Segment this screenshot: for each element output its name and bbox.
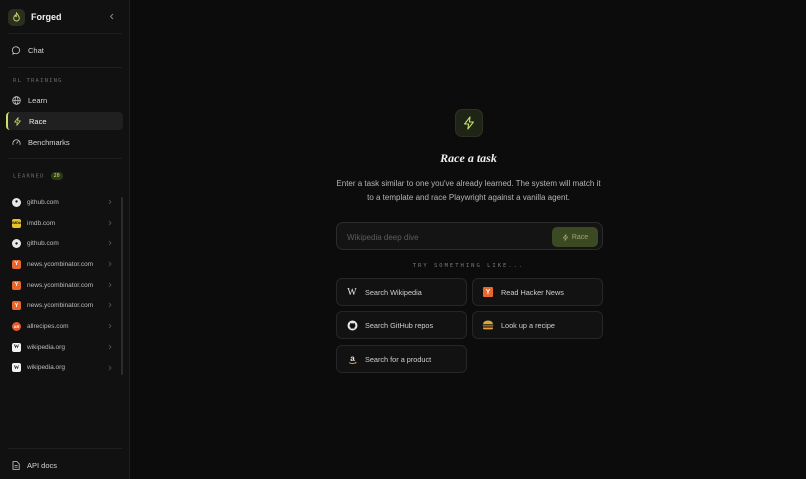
chevron-right-icon xyxy=(108,220,112,225)
learned-item-imdb[interactable]: IMDb imdb.com xyxy=(6,213,118,234)
nav-item-chat[interactable]: Chat xyxy=(6,41,123,59)
nav-item-race[interactable]: Race xyxy=(6,112,123,130)
chevron-right-icon xyxy=(108,261,112,267)
api-docs-link[interactable]: API docs xyxy=(6,456,123,474)
collapse-sidebar-button[interactable] xyxy=(106,10,118,22)
flame-logo-icon xyxy=(8,8,25,26)
imdb-icon: IMDb xyxy=(12,218,21,228)
allrecipes-icon: AR xyxy=(12,321,21,331)
learned-domain: wikipedia.org xyxy=(27,364,65,372)
ycombinator-icon: Y xyxy=(12,280,21,290)
learned-domain: news.ycombinator.com xyxy=(27,302,94,310)
suggestion-search-for-a-product[interactable]: a Search for a product xyxy=(336,345,467,373)
chevron-right-icon xyxy=(108,282,112,288)
learned-domain: allrecipes.com xyxy=(27,322,69,330)
learned-domain: news.ycombinator.com xyxy=(27,281,94,289)
suggestion-label: Search Wikipedia xyxy=(365,287,422,297)
learned-item-ycombinator[interactable]: Y news.ycombinator.com xyxy=(6,275,118,296)
chevron-right-icon xyxy=(108,365,112,370)
nav-label-chat: Chat xyxy=(28,45,44,55)
suggestion-search-wikipedia[interactable]: W Search Wikipedia xyxy=(336,278,467,306)
learned-list: ● github.com IMDb imdb.com ● github.com … xyxy=(6,192,118,378)
nav-item-learn[interactable]: Learn xyxy=(6,91,123,109)
race-button-label: Race xyxy=(571,233,589,241)
learned-item-ycombinator[interactable]: Y news.ycombinator.com xyxy=(6,254,118,275)
bolt-icon xyxy=(14,116,21,126)
ycombinator-icon: Y xyxy=(12,301,21,311)
learned-item-allrecipes[interactable]: AR allrecipes.com xyxy=(6,316,118,337)
amazon-icon: a xyxy=(346,353,358,365)
ycombinator-icon: Y xyxy=(12,259,21,269)
svg-text:a: a xyxy=(350,354,355,363)
nav-item-benchmarks[interactable]: Benchmarks xyxy=(6,133,123,151)
nav-label-learn: Learn xyxy=(28,95,48,105)
suggestions-label: TRY SOMETHING LIKE... xyxy=(412,263,525,269)
github-icon: ● xyxy=(12,239,21,249)
learned-domain: news.ycombinator.com xyxy=(27,260,94,268)
race-button[interactable]: Race xyxy=(552,227,598,247)
chevron-right-icon xyxy=(108,303,112,308)
race-form: Race xyxy=(336,222,603,250)
api-docs-label: API docs xyxy=(27,460,58,470)
burger-icon xyxy=(482,319,494,331)
bolt-icon xyxy=(455,109,483,137)
divider xyxy=(8,33,122,34)
learned-item-wikipedia[interactable]: W wikipedia.org xyxy=(6,358,118,379)
suggestion-label: Read Hacker News xyxy=(501,287,564,297)
nav-label-race: Race xyxy=(29,116,47,126)
gauge-icon xyxy=(12,138,21,145)
suggestion-label: Search GitHub repos xyxy=(365,320,434,330)
suggestion-look-up-a-recipe[interactable]: Look up a recipe xyxy=(472,311,603,339)
chevron-right-icon xyxy=(108,344,112,350)
section-label-rl-training: RL TRAINING xyxy=(13,78,63,84)
learned-item-github[interactable]: ● github.com xyxy=(6,233,118,254)
chat-bubble-icon xyxy=(12,45,21,55)
learned-item-ycombinator[interactable]: Y news.ycombinator.com xyxy=(6,295,118,316)
page-subtitle: Enter a task similar to one you've alrea… xyxy=(336,179,601,202)
sidebar: Forged Chat RL TRAINING Learn Race Bench… xyxy=(0,0,130,479)
suggestion-label: Search for a product xyxy=(365,354,432,364)
learned-count-badge: 20 xyxy=(50,172,63,180)
learned-domain: imdb.com xyxy=(27,219,56,227)
github-icon xyxy=(346,319,358,331)
brand: Forged xyxy=(8,7,122,27)
ycombinator-icon: Y xyxy=(482,286,494,298)
learned-domain: wikipedia.org xyxy=(27,343,65,351)
suggestion-search-github-repos[interactable]: Search GitHub repos xyxy=(336,311,467,339)
learned-list-scrollbar[interactable] xyxy=(121,197,123,375)
github-icon: ● xyxy=(12,197,21,207)
wikipedia-icon: W xyxy=(347,286,357,298)
chevron-right-icon xyxy=(108,323,112,329)
suggestion-read-hacker-news[interactable]: Y Read Hacker News xyxy=(472,278,603,306)
bolt-icon xyxy=(562,233,568,241)
document-icon xyxy=(12,460,20,470)
wikipedia-icon: W xyxy=(12,342,21,352)
divider xyxy=(8,67,122,68)
divider xyxy=(8,448,122,449)
chevron-left-icon xyxy=(109,13,114,19)
page-title: Race a task xyxy=(440,151,497,165)
learned-label: LEARNED xyxy=(13,173,45,180)
learned-item-github[interactable]: ● github.com xyxy=(6,192,118,213)
app-name: Forged xyxy=(31,12,62,22)
learned-domain: github.com xyxy=(27,198,59,206)
race-panel: Race a task Enter a task similar to one … xyxy=(131,0,806,479)
learned-domain: github.com xyxy=(27,240,59,248)
nav-label-benchmarks: Benchmarks xyxy=(28,137,70,147)
learned-item-wikipedia[interactable]: W wikipedia.org xyxy=(6,337,118,358)
chevron-right-icon xyxy=(108,199,112,205)
globe-icon xyxy=(12,95,21,105)
section-label-learned: LEARNED 20 xyxy=(13,172,63,180)
wikipedia-icon: W xyxy=(12,363,21,373)
suggestion-label: Look up a recipe xyxy=(501,320,555,330)
task-input[interactable] xyxy=(347,229,547,245)
divider xyxy=(8,158,122,159)
chevron-right-icon xyxy=(108,241,112,246)
